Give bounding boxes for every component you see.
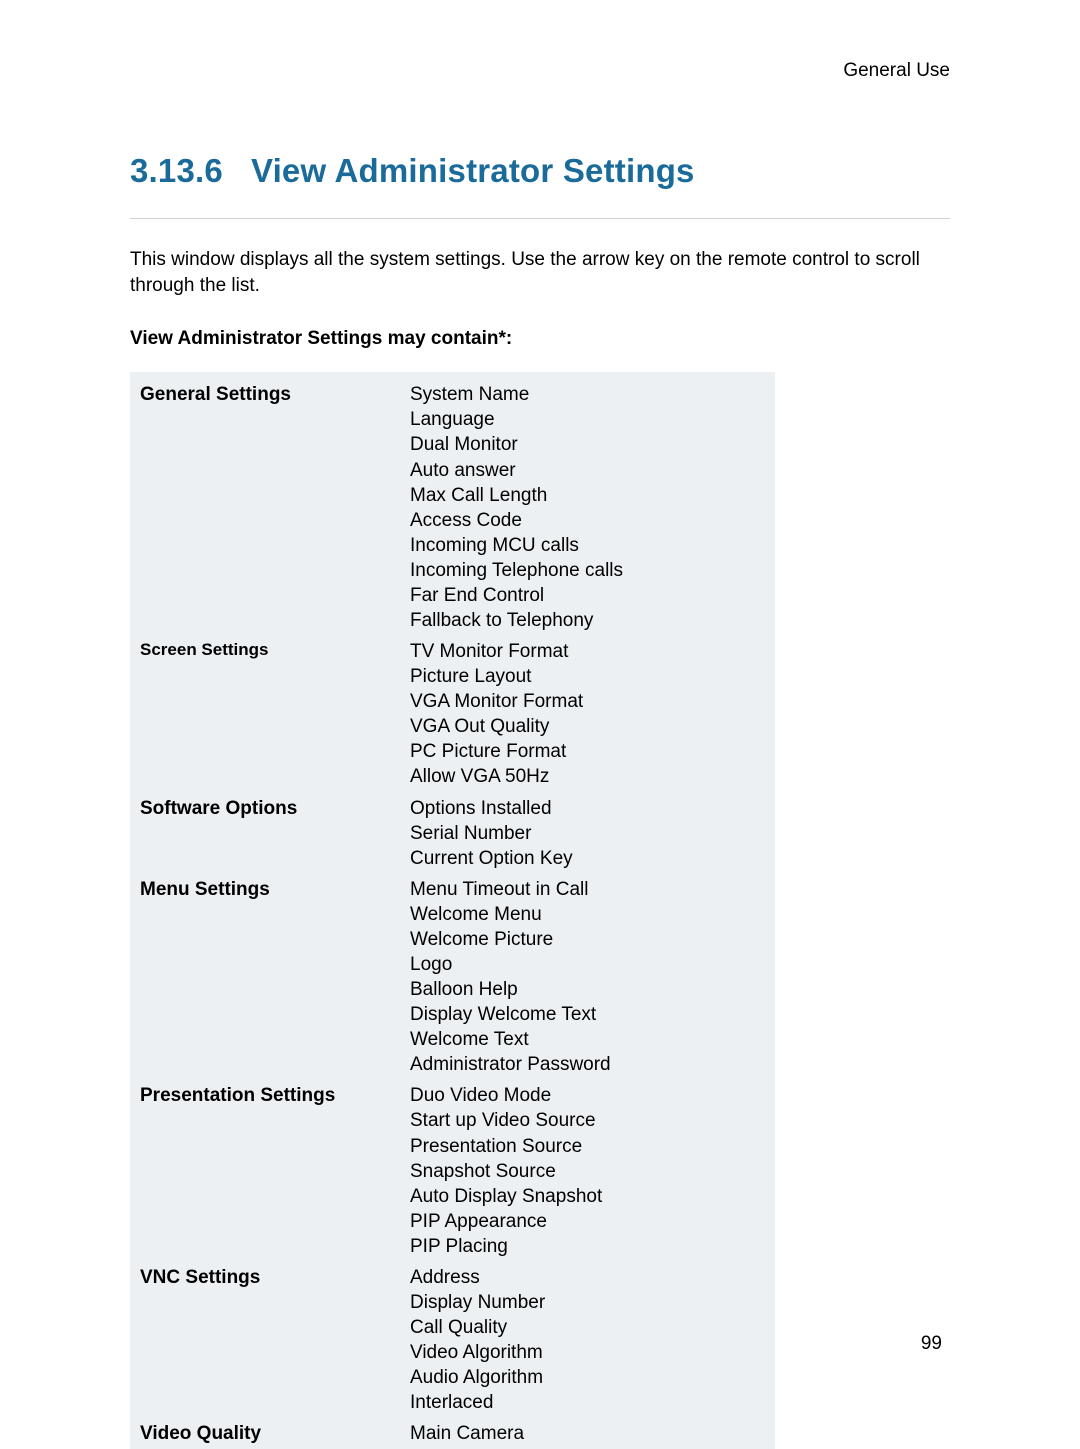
table-row: Software OptionsOptions InstalledSerial …: [130, 793, 775, 874]
settings-category-label: Video Quality: [130, 1418, 400, 1449]
page-content: General Use 3.13.6 View Administrator Set…: [0, 0, 1080, 1449]
table-caption: View Administrator Settings may contain*…: [130, 328, 950, 350]
settings-item-list: Main Camera: [400, 1418, 775, 1449]
heading-rule: [130, 218, 950, 219]
intro-paragraph: This window displays all the system sett…: [130, 247, 950, 298]
settings-item: Administrator Password: [410, 1052, 765, 1077]
settings-item: Incoming Telephone calls: [410, 558, 765, 583]
table-row: Screen SettingsTV Monitor FormatPicture …: [130, 636, 775, 792]
settings-item: Menu Timeout in Call: [410, 877, 765, 902]
settings-item: Snapshot Source: [410, 1159, 765, 1184]
table-row: Video Quality Main Camera: [130, 1418, 775, 1449]
settings-category-label: Software Options: [130, 793, 400, 874]
settings-table: General SettingsSystem NameLanguageDual …: [130, 372, 775, 1449]
settings-category-label: Menu Settings: [130, 874, 400, 1081]
settings-item: VGA Out Quality: [410, 714, 765, 739]
settings-item: Welcome Text: [410, 1027, 765, 1052]
settings-item: Logo: [410, 952, 765, 977]
table-row: General SettingsSystem NameLanguageDual …: [130, 372, 775, 636]
settings-item: Balloon Help: [410, 977, 765, 1002]
settings-item: TV Monitor Format: [410, 639, 765, 664]
settings-item: PC Picture Format: [410, 739, 765, 764]
settings-item: Incoming MCU calls: [410, 533, 765, 558]
settings-item: Allow VGA 50Hz: [410, 764, 765, 789]
settings-item: Welcome Menu: [410, 902, 765, 927]
settings-item: Fallback to Telephony: [410, 608, 765, 633]
section-title: View Administrator Settings: [251, 152, 695, 189]
settings-item: Address: [410, 1265, 765, 1290]
settings-category-label: Screen Settings: [130, 636, 400, 792]
settings-item: Dual Monitor: [410, 432, 765, 457]
settings-item: Serial Number: [410, 821, 765, 846]
settings-item-list: Options InstalledSerial NumberCurrent Op…: [400, 793, 775, 874]
settings-item: Duo Video Mode: [410, 1083, 765, 1108]
settings-item: Call Quality: [410, 1315, 765, 1340]
settings-item: Options Installed: [410, 796, 765, 821]
settings-item: Interlaced: [410, 1390, 765, 1415]
running-head: General Use: [130, 60, 950, 82]
section-number: 3.13.6: [130, 152, 223, 190]
table-row: Presentation SettingsDuo Video ModeStart…: [130, 1080, 775, 1262]
settings-item: PIP Placing: [410, 1234, 765, 1259]
settings-item: Welcome Picture: [410, 927, 765, 952]
settings-item: Video Algorithm: [410, 1340, 765, 1365]
section-heading: 3.13.6 View Administrator Settings: [130, 152, 950, 190]
settings-item-list: Menu Timeout in CallWelcome MenuWelcome …: [400, 874, 775, 1081]
settings-item: Picture Layout: [410, 664, 765, 689]
settings-item: Max Call Length: [410, 483, 765, 508]
settings-item: Access Code: [410, 508, 765, 533]
settings-item: Far End Control: [410, 583, 765, 608]
settings-item: Current Option Key: [410, 846, 765, 871]
settings-item: Start up Video Source: [410, 1108, 765, 1133]
settings-item-list: Duo Video ModeStart up Video SourcePrese…: [400, 1080, 775, 1262]
settings-item: Audio Algorithm: [410, 1365, 765, 1390]
settings-category-label: Presentation Settings: [130, 1080, 400, 1262]
settings-category-label: General Settings: [130, 372, 400, 636]
settings-item: Main Camera: [410, 1421, 765, 1446]
settings-item-list: TV Monitor FormatPicture LayoutVGA Monit…: [400, 636, 775, 792]
settings-item: System Name: [410, 382, 765, 407]
settings-item: Display Number: [410, 1290, 765, 1315]
settings-category-label: VNC Settings: [130, 1262, 400, 1418]
settings-item-list: AddressDisplay NumberCall QualityVideo A…: [400, 1262, 775, 1418]
settings-item: Display Welcome Text: [410, 1002, 765, 1027]
table-row: VNC SettingsAddressDisplay NumberCall Qu…: [130, 1262, 775, 1418]
settings-item-list: System NameLanguageDual MonitorAuto answ…: [400, 372, 775, 636]
settings-item: PIP Appearance: [410, 1209, 765, 1234]
settings-item: Presentation Source: [410, 1134, 765, 1159]
settings-item: VGA Monitor Format: [410, 689, 765, 714]
settings-item: Auto Display Snapshot: [410, 1184, 765, 1209]
table-row: Menu SettingsMenu Timeout in CallWelcome…: [130, 874, 775, 1081]
settings-item: Auto answer: [410, 458, 765, 483]
page-number: 99: [921, 1333, 942, 1355]
settings-item: Language: [410, 407, 765, 432]
